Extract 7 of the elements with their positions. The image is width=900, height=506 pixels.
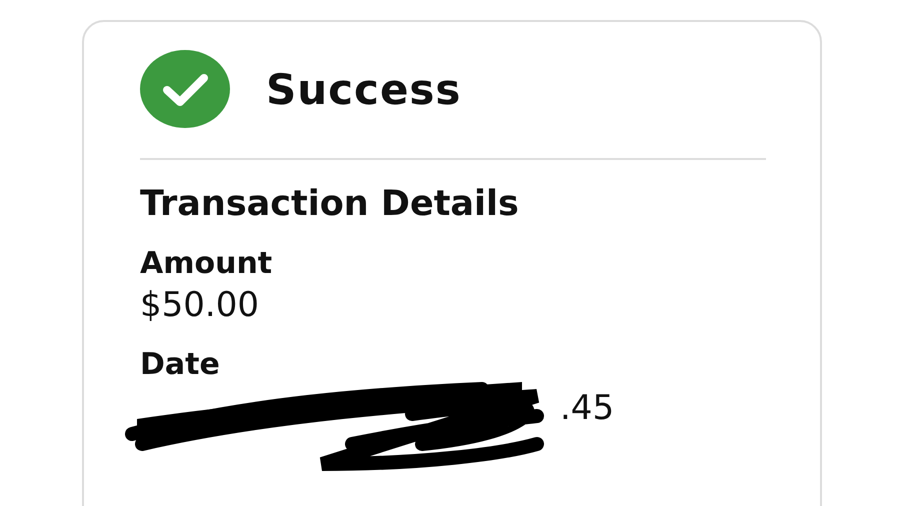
field-value: $50.00 [140,285,260,325]
field-value: .45 [560,388,614,428]
section-heading: Transaction Details [140,184,520,224]
check-icon [140,50,230,128]
field-label: Amount [140,246,274,281]
status-title: Success [266,64,462,114]
field-label: Date [140,347,221,382]
